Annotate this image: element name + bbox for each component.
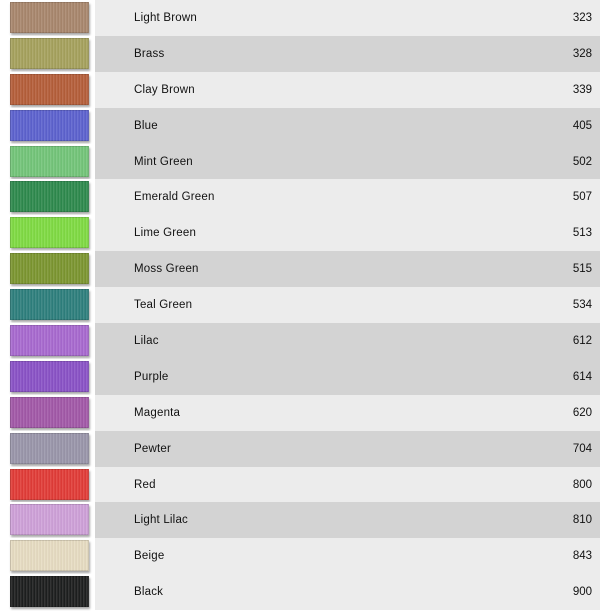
color-name: Teal Green (134, 299, 193, 312)
color-swatch (10, 109, 89, 141)
swatch-cell (0, 35, 95, 72)
color-swatch (10, 540, 89, 572)
color-code: 612 (572, 334, 592, 347)
color-code: 515 (572, 263, 592, 276)
color-name: Red (134, 478, 156, 491)
swatch-cell (0, 0, 95, 36)
color-swatch (10, 2, 89, 33)
swatch-cell (0, 574, 95, 611)
color-code: 614 (572, 370, 592, 383)
swatch-cell (0, 502, 95, 539)
color-code: 328 (572, 47, 592, 60)
color-name: Moss Green (134, 263, 199, 276)
color-name: Mint Green (134, 155, 193, 168)
color-name: Light Brown (134, 11, 197, 24)
swatch-cell (0, 287, 95, 324)
swatch-cell (0, 466, 95, 503)
color-swatch (10, 217, 89, 249)
color-swatch (10, 576, 89, 608)
table-row: Black 900 (0, 574, 600, 611)
table-row: Moss Green 515 (0, 251, 600, 288)
table-row: Emerald Green 507 (0, 179, 600, 216)
swatch-cell (0, 358, 95, 395)
color-swatch (10, 325, 89, 357)
swatch-cell (0, 323, 95, 359)
table-row: Pewter 704 (0, 430, 600, 467)
color-code: 323 (572, 11, 592, 24)
table-row: Light Lilac 810 (0, 502, 600, 539)
color-code: 900 (572, 586, 592, 599)
color-swatch (10, 468, 89, 500)
color-code: 513 (572, 227, 592, 240)
swatch-cell (0, 107, 95, 144)
table-row: Magenta 620 (0, 394, 600, 431)
color-name: Emerald Green (134, 191, 215, 204)
swatch-cell (0, 251, 95, 288)
swatch-cell (0, 215, 95, 252)
color-swatch (10, 73, 89, 105)
table-row: Teal Green 534 (0, 287, 600, 324)
table-row: Lime Green 513 (0, 215, 600, 252)
color-swatch (10, 360, 89, 392)
color-code: 502 (572, 155, 592, 168)
color-swatch (10, 37, 89, 69)
color-name: Pewter (134, 442, 171, 455)
color-list: Light Brown 323 Brass 328 Clay Brown 339… (0, 0, 600, 611)
color-code: 843 (572, 550, 592, 563)
color-swatch (10, 253, 89, 285)
color-name: Magenta (134, 406, 181, 419)
color-name: Lime Green (134, 227, 197, 240)
color-name: Purple (134, 370, 169, 383)
swatch-cell (0, 143, 95, 180)
color-swatch (10, 181, 89, 213)
table-row: Brass 328 (0, 35, 600, 72)
color-code: 534 (572, 299, 592, 312)
color-code: 620 (572, 406, 592, 419)
color-code: 800 (572, 478, 592, 491)
swatch-cell (0, 179, 95, 216)
color-swatch (10, 504, 89, 536)
swatch-cell (0, 71, 95, 108)
color-name: Clay Brown (134, 83, 195, 96)
swatch-cell (0, 538, 95, 575)
color-swatch (10, 396, 89, 428)
color-code: 704 (572, 442, 592, 455)
color-name: Light Lilac (134, 514, 188, 527)
table-row: Blue 405 (0, 107, 600, 144)
table-row: Mint Green 502 (0, 143, 600, 180)
color-name: Beige (134, 550, 165, 563)
color-name: Blue (134, 119, 158, 132)
color-swatch (10, 289, 89, 321)
color-swatch (10, 145, 89, 177)
color-code: 339 (572, 83, 592, 96)
color-name: Lilac (134, 334, 159, 347)
table-row: Light Brown 323 (0, 0, 600, 36)
color-code: 507 (572, 191, 592, 204)
color-swatch (10, 432, 89, 464)
table-row: Clay Brown 339 (0, 71, 600, 108)
table-row: Lilac 612 (0, 323, 600, 359)
table-row: Beige 843 (0, 538, 600, 575)
table-row: Red 800 (0, 466, 600, 503)
table-row: Purple 614 (0, 358, 600, 395)
color-code: 405 (572, 119, 592, 132)
color-name: Black (134, 586, 164, 599)
color-name: Brass (134, 47, 165, 60)
color-code: 810 (572, 514, 592, 527)
swatch-cell (0, 430, 95, 467)
swatch-cell (0, 394, 95, 431)
